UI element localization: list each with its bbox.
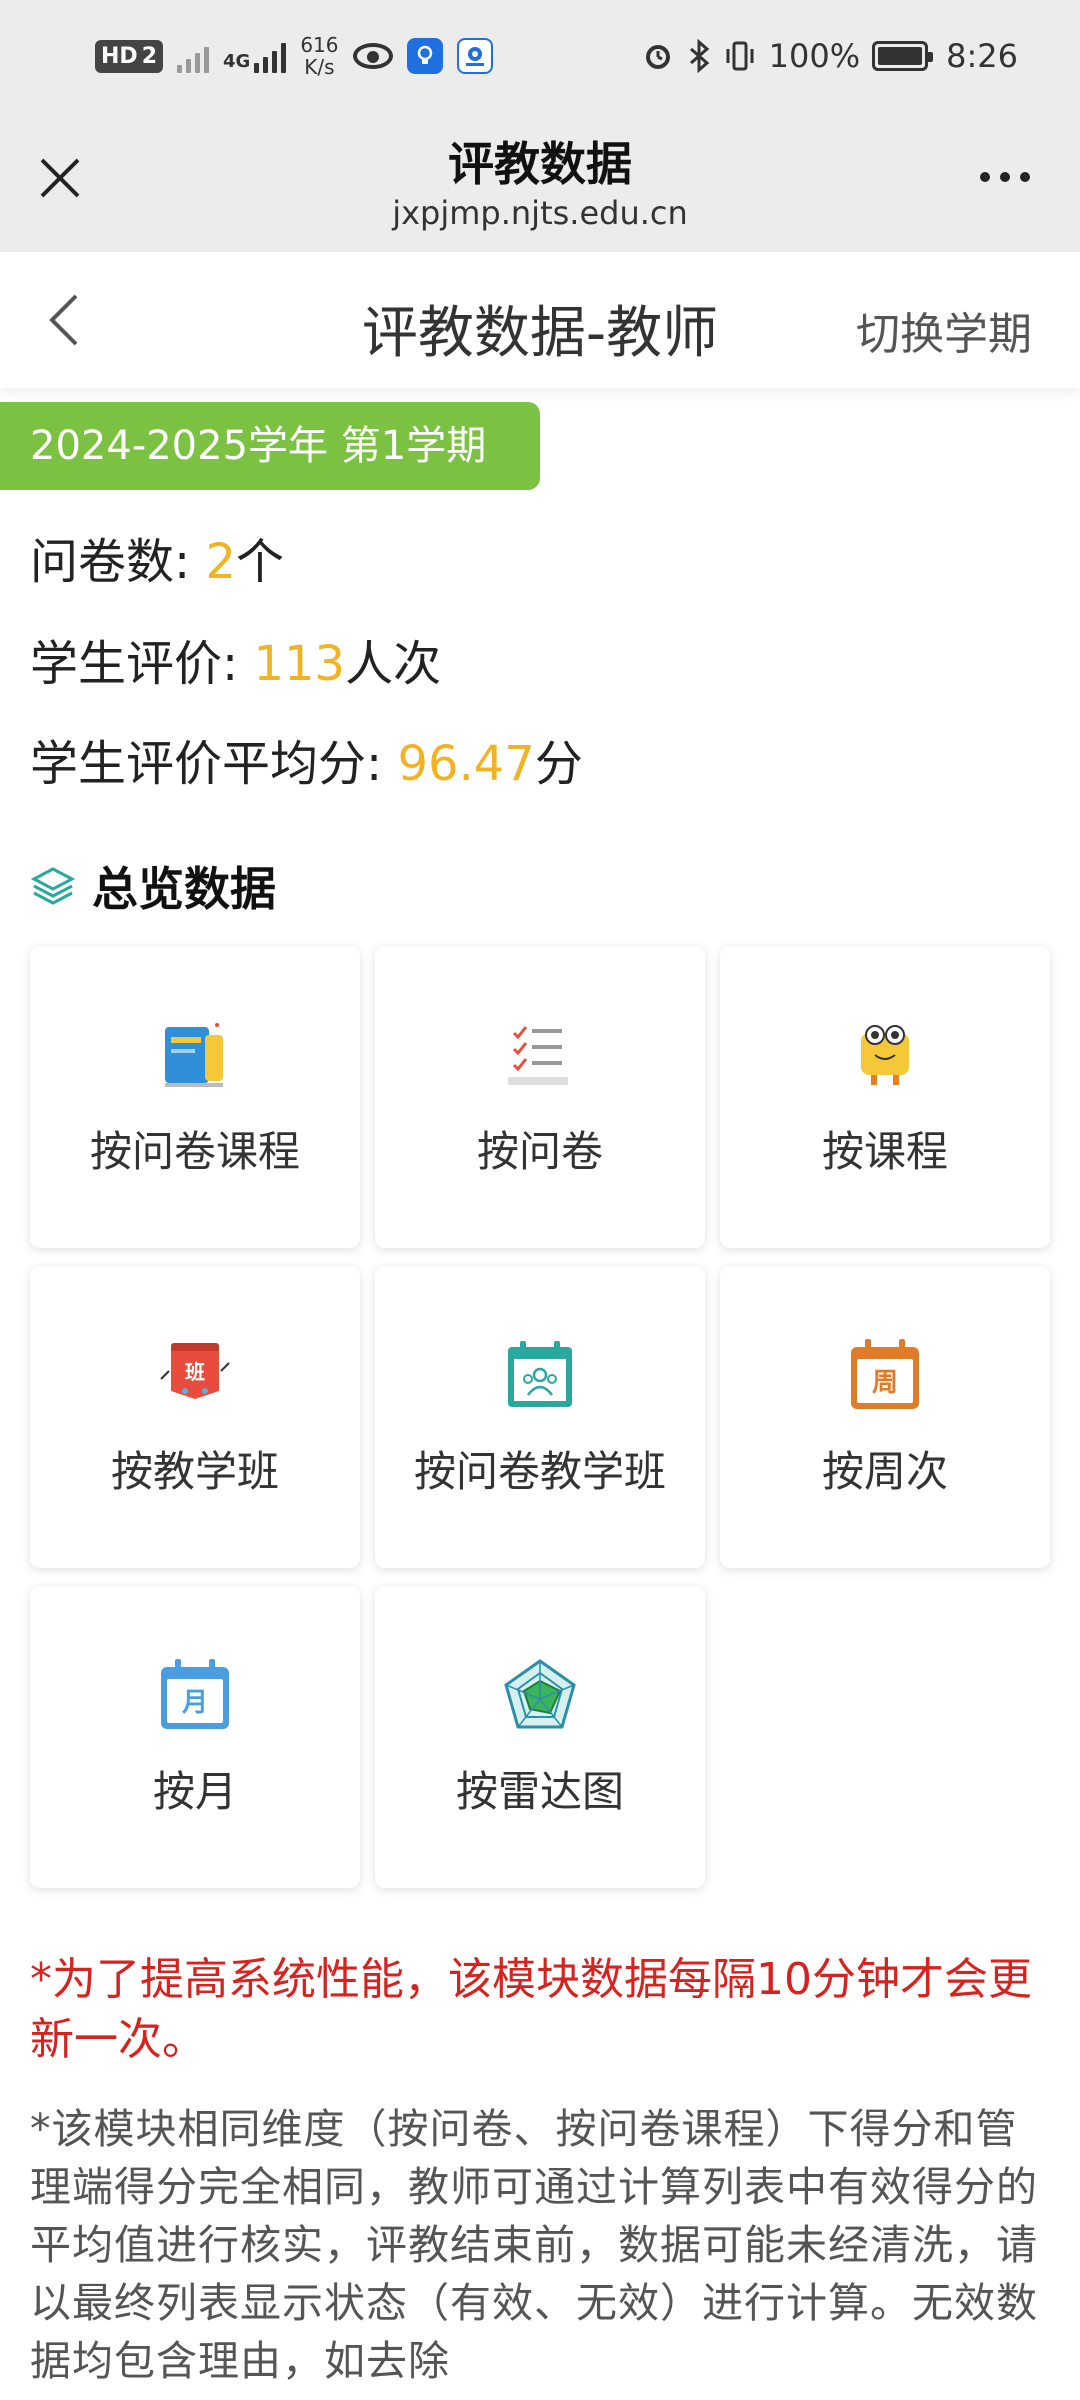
stat-label: 学生评价平均分: xyxy=(30,736,398,792)
card-label: 按课程 xyxy=(821,1127,948,1176)
battery-text: 100% xyxy=(768,37,861,75)
term-badge: 2024-2025学年 第1学期 xyxy=(0,402,540,490)
stat-label: 学生评价: xyxy=(30,636,254,692)
stat-value: 96.47 xyxy=(397,736,535,792)
signal-icon-sim2 xyxy=(254,39,287,73)
svg-text:班: 班 xyxy=(185,1360,205,1384)
hd-badge: HD 2 xyxy=(95,39,163,73)
stat-unit: 个 xyxy=(235,534,284,590)
card-label: 按问卷教学班 xyxy=(413,1447,666,1496)
class-badge-icon: 班 xyxy=(30,1332,360,1418)
update-notice: *为了提高系统性能，该模块数据每隔10分钟才会更新一次。 xyxy=(30,1954,1032,2065)
group-calendar-icon xyxy=(375,1332,705,1418)
stat-value: 113 xyxy=(253,636,346,692)
card-label: 按周次 xyxy=(821,1447,948,1496)
net-speed: 616 K/s xyxy=(300,34,338,78)
eye-icon xyxy=(352,43,393,69)
overview-card-week[interactable]: 周 按周次 xyxy=(720,1266,1050,1568)
speed-unit: K/s xyxy=(304,55,335,79)
page-nav: 评教数据-教师 切换学期 xyxy=(0,252,1080,388)
browser-url: jxpjmp.njts.edu.cn xyxy=(392,194,688,232)
stat-questionnaires: 问卷数: 2个 xyxy=(30,522,284,592)
bluetooth-icon xyxy=(689,39,709,73)
more-icon[interactable] xyxy=(980,162,1040,192)
checklist-icon xyxy=(375,1012,705,1098)
score-explanation: *该模块相同维度（按问卷、按问卷课程）下得分和管理端得分完全相同，教师可通过计算… xyxy=(30,2105,1038,2385)
location-app-icon xyxy=(456,38,493,74)
overview-card-course[interactable]: 按课程 xyxy=(720,946,1050,1248)
overview-card-month[interactable]: 月 按月 xyxy=(30,1586,360,1888)
overview-card-radar[interactable]: 按雷达图 xyxy=(375,1586,705,1888)
card-label: 按教学班 xyxy=(110,1447,279,1496)
overview-card-class[interactable]: 班 按教学班 xyxy=(30,1266,360,1568)
book-icon xyxy=(30,1012,360,1098)
browser-title: 评教数据 xyxy=(448,137,632,191)
hd-text: HD xyxy=(101,43,138,69)
layers-icon xyxy=(30,867,76,905)
alarm-icon xyxy=(645,45,670,69)
battery-icon xyxy=(872,41,934,71)
stat-avg-score: 学生评价平均分: 96.47分 xyxy=(30,724,583,794)
overview-card-questionnaire-class[interactable]: 按问卷教学班 xyxy=(375,1266,705,1568)
bulb-app-icon xyxy=(406,38,443,74)
sim-text: 2 xyxy=(141,43,157,69)
stat-label: 问卷数: xyxy=(30,534,206,590)
month-calendar-icon: 月 xyxy=(30,1652,360,1738)
section-title: 总览数据 xyxy=(30,856,276,916)
card-label: 按雷达图 xyxy=(455,1767,624,1816)
svg-text:月: 月 xyxy=(181,1688,208,1718)
net-label: 4G xyxy=(223,51,251,72)
card-label: 按月 xyxy=(152,1767,237,1816)
card-label: 按问卷 xyxy=(476,1127,603,1176)
speed-value: 616 xyxy=(300,33,339,57)
signal-4g: 4G xyxy=(223,39,287,73)
overview-card-questionnaire[interactable]: 按问卷 xyxy=(375,946,705,1248)
switch-term-button[interactable]: 切换学期 xyxy=(856,298,1032,362)
section-title-text: 总览数据 xyxy=(92,862,276,916)
status-left: HD 2 4G 616 K/s xyxy=(95,28,493,84)
signal-icon-sim1 xyxy=(177,39,209,73)
stat-student-evals: 学生评价: 113人次 xyxy=(30,624,441,694)
svg-text:周: 周 xyxy=(872,1368,898,1398)
clock: 8:26 xyxy=(946,37,1018,75)
radar-chart-icon xyxy=(375,1652,705,1738)
status-bar: HD 2 4G 616 K/s 100% 8:26 xyxy=(0,0,1080,110)
status-right: 100% 8:26 xyxy=(641,28,1018,84)
stat-unit: 分 xyxy=(534,736,583,792)
overview-card-questionnaire-course[interactable]: 按问卷课程 xyxy=(30,946,360,1248)
browser-header: 评教数据 jxpjmp.njts.edu.cn xyxy=(0,110,1080,252)
stat-value: 2 xyxy=(205,534,236,590)
vibrate-icon xyxy=(726,41,754,71)
mascot-icon xyxy=(720,1012,1050,1098)
week-calendar-icon: 周 xyxy=(720,1332,1050,1418)
stat-unit: 人次 xyxy=(345,636,442,692)
card-label: 按问卷课程 xyxy=(89,1127,300,1176)
